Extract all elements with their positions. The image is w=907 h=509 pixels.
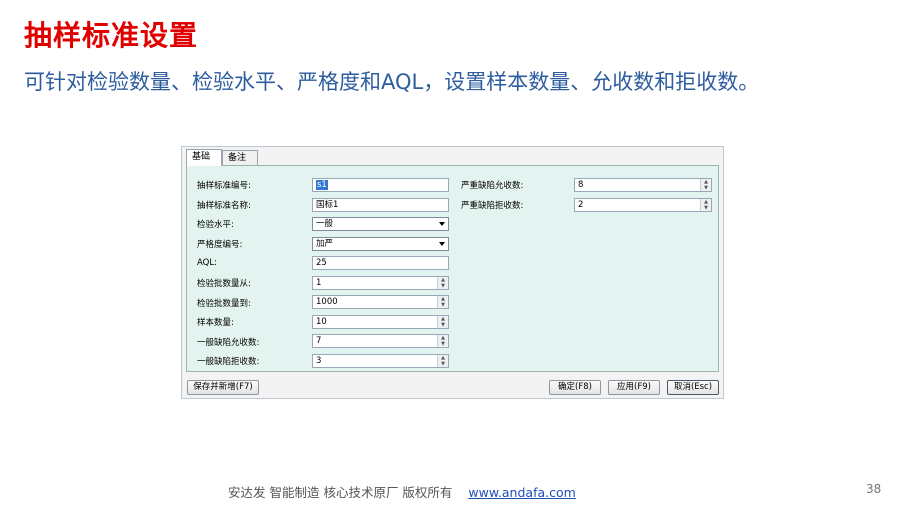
tab-basic[interactable]: 基础	[186, 149, 222, 166]
spinner[interactable]: ▲ ▼	[437, 277, 448, 289]
minor-reject-input[interactable]: 3 ▲ ▼	[312, 354, 449, 368]
basic-panel: 抽样标准编号: s1 抽样标准名称: 国标1 检验水平: 一般 严格度编号: 加…	[186, 165, 719, 372]
minor-accept-input[interactable]: 7 ▲ ▼	[312, 334, 449, 348]
cancel-button[interactable]: 取消(Esc)	[667, 380, 719, 395]
spinner[interactable]: ▲ ▼	[437, 316, 448, 328]
critical-accept-input[interactable]: 8 ▲ ▼	[574, 178, 712, 192]
slide-footer: 安达发 智能制造 核心技术原厂 版权所有 www.andafa.com	[228, 482, 576, 501]
spin-down-icon: ▼	[441, 283, 445, 289]
spin-down-icon: ▼	[441, 302, 445, 308]
aql-label: AQL:	[197, 258, 217, 268]
sampling-name-input[interactable]: 国标1	[312, 198, 449, 212]
spin-down-icon: ▼	[441, 341, 445, 347]
severity-code-label: 严格度编号:	[197, 240, 243, 250]
sampling-name-label: 抽样标准名称:	[197, 201, 251, 211]
minor-reject-label: 一般缺陷拒收数:	[197, 357, 260, 367]
slide-title: 抽样标准设置	[24, 19, 199, 52]
sampling-standard-dialog: 基础 备注 抽样标准编号: s1 抽样标准名称: 国标1 检验水平: 一般 严格…	[181, 146, 724, 399]
ok-button[interactable]: 确定(F8)	[549, 380, 601, 395]
spin-down-icon: ▼	[441, 361, 445, 367]
save-and-new-button[interactable]: 保存并新增(F7)	[187, 380, 259, 395]
batch-qty-to-input[interactable]: 1000 ▲ ▼	[312, 295, 449, 309]
spinner[interactable]: ▲ ▼	[700, 179, 711, 191]
spinner[interactable]: ▲ ▼	[437, 296, 448, 308]
slide-subtitle: 可针对检验数量、检验水平、严格度和AQL，设置样本数量、允收数和拒收数。	[24, 70, 760, 94]
sample-size-input[interactable]: 10 ▲ ▼	[312, 315, 449, 329]
inspection-level-label: 检验水平:	[197, 220, 234, 230]
critical-reject-label: 严重缺陷拒收数:	[461, 201, 524, 211]
aql-input[interactable]: 25	[312, 256, 449, 270]
spin-down-icon: ▼	[704, 185, 708, 191]
spin-down-icon: ▼	[704, 205, 708, 211]
critical-accept-label: 严重缺陷允收数:	[461, 181, 524, 191]
chevron-down-icon[interactable]	[439, 242, 445, 246]
company-link[interactable]: www.andafa.com	[468, 485, 575, 500]
spinner[interactable]: ▲ ▼	[700, 199, 711, 211]
spinner[interactable]: ▲ ▼	[437, 355, 448, 367]
batch-qty-to-label: 检验批数量到:	[197, 299, 251, 309]
severity-code-select[interactable]: 加严	[312, 237, 449, 251]
sample-size-label: 样本数量:	[197, 318, 234, 328]
tab-remarks[interactable]: 备注	[222, 150, 258, 165]
apply-button[interactable]: 应用(F9)	[608, 380, 660, 395]
batch-qty-from-label: 检验批数量从:	[197, 279, 251, 289]
chevron-down-icon[interactable]	[439, 222, 445, 226]
sampling-code-label: 抽样标准编号:	[197, 181, 251, 191]
page-number: 38	[866, 482, 882, 496]
spinner[interactable]: ▲ ▼	[437, 335, 448, 347]
inspection-level-select[interactable]: 一般	[312, 217, 449, 231]
batch-qty-from-input[interactable]: 1 ▲ ▼	[312, 276, 449, 290]
sampling-code-input[interactable]: s1	[312, 178, 449, 192]
minor-accept-label: 一般缺陷允收数:	[197, 338, 260, 348]
critical-reject-input[interactable]: 2 ▲ ▼	[574, 198, 712, 212]
footer-text: 安达发 智能制造 核心技术原厂 版权所有	[228, 485, 453, 500]
spin-down-icon: ▼	[441, 322, 445, 328]
